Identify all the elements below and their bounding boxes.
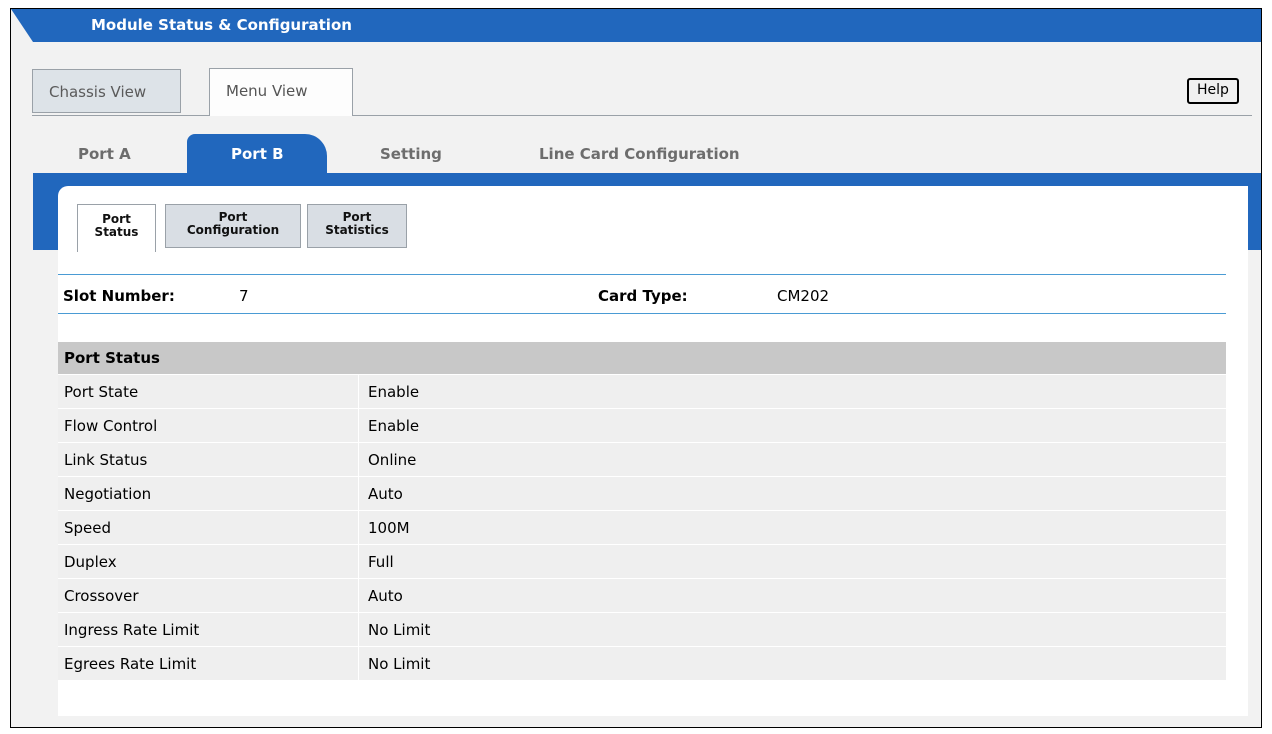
slot-number-label: Slot Number: (63, 287, 175, 305)
subtab-port-status[interactable]: Port Status (77, 204, 156, 252)
row-label: Port State (64, 383, 139, 401)
slot-rule-bottom (58, 313, 1226, 314)
table-row: Egrees Rate Limit No Limit (58, 646, 1226, 681)
table-row: Speed 100M (58, 510, 1226, 545)
table-row: Crossover Auto (58, 578, 1226, 613)
title-bar: Module Status & Configuration (11, 9, 1261, 42)
row-value: Auto (368, 485, 403, 503)
row-value: No Limit (368, 655, 431, 673)
tab-chassis-view[interactable]: Chassis View (32, 69, 181, 113)
row-value: Online (368, 451, 417, 469)
row-value: 100M (368, 519, 410, 537)
col-sep (358, 443, 359, 477)
slot-rule-top (58, 274, 1226, 275)
help-button[interactable]: Help (1187, 78, 1239, 104)
row-value: Enable (368, 383, 420, 401)
card-type-label: Card Type: (598, 287, 688, 305)
col-sep (358, 477, 359, 511)
table-row: Port State Enable (58, 374, 1226, 409)
row-label: Egrees Rate Limit (64, 655, 197, 673)
col-sep (358, 647, 359, 681)
module-window: Module Status & Configuration Chassis Vi… (10, 8, 1262, 728)
table-row: Negotiation Auto (58, 476, 1226, 511)
table-row: Link Status Online (58, 442, 1226, 477)
row-label: Crossover (64, 587, 139, 605)
subtab-port-statistics-line2: Statistics (325, 223, 389, 237)
card-type-value: CM202 (777, 287, 830, 305)
col-sep (358, 545, 359, 579)
subtab-port-configuration-line2: Configuration (186, 223, 280, 237)
subtab-port-status-line2: Status (94, 225, 139, 239)
tab-port-b[interactable]: Port B (231, 145, 284, 163)
tab-setting[interactable]: Setting (380, 145, 442, 163)
row-value: No Limit (368, 621, 431, 639)
col-sep (358, 579, 359, 613)
row-label: Duplex (64, 553, 117, 571)
port-status-header: Port Status (58, 342, 1226, 374)
table-row: Ingress Rate Limit No Limit (58, 612, 1226, 647)
page-title: Module Status & Configuration (91, 16, 352, 34)
view-tab-divider (353, 115, 1252, 116)
row-label: Link Status (64, 451, 148, 469)
col-sep (358, 375, 359, 409)
tab-line-card-configuration[interactable]: Line Card Configuration (539, 145, 740, 163)
row-label: Speed (64, 519, 112, 537)
table-row: Flow Control Enable (58, 408, 1226, 443)
col-sep (358, 511, 359, 545)
subtab-port-configuration[interactable]: Port Configuration (165, 204, 301, 248)
table-row: Duplex Full (58, 544, 1226, 579)
row-label: Negotiation (64, 485, 152, 503)
view-tab-divider-left (32, 115, 209, 116)
row-value: Full (368, 553, 394, 571)
col-sep (358, 613, 359, 647)
col-sep (358, 409, 359, 443)
row-value: Enable (368, 417, 420, 435)
subtab-port-statistics[interactable]: Port Statistics (307, 204, 407, 248)
row-label: Flow Control (64, 417, 158, 435)
tab-port-a[interactable]: Port A (78, 145, 131, 163)
panel-corner-curve (1111, 186, 1207, 250)
row-label: Ingress Rate Limit (64, 621, 200, 639)
port-status-table: Port Status Port State Enable Flow Contro… (58, 342, 1226, 681)
row-value: Auto (368, 587, 403, 605)
tab-menu-view[interactable]: Menu View (209, 68, 353, 116)
slot-number-value: 7 (239, 287, 249, 305)
